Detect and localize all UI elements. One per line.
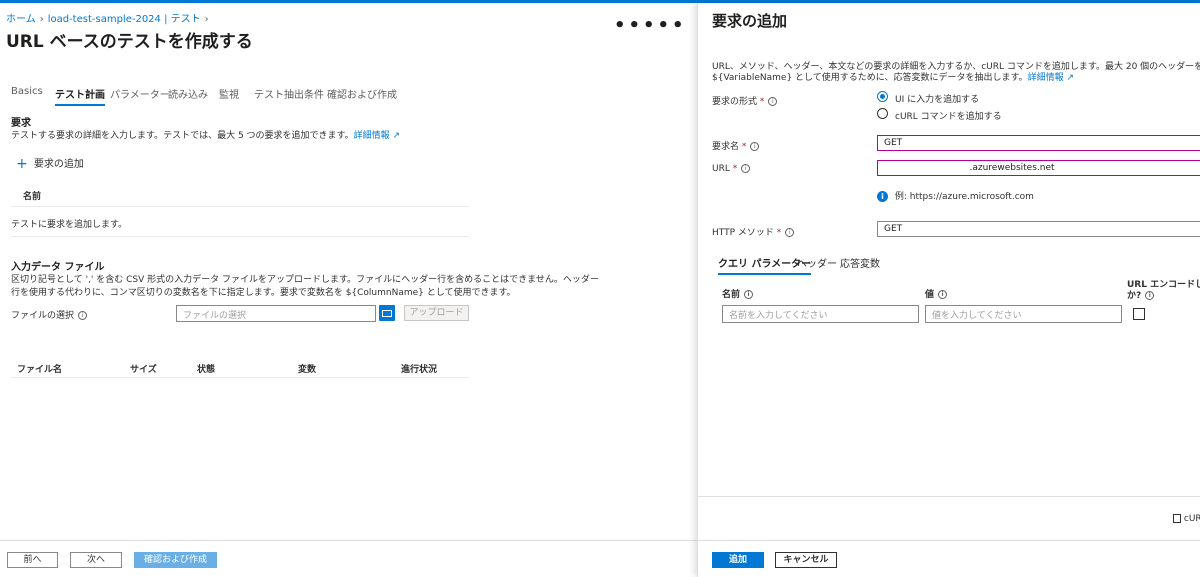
requests-empty-text: テストに要求を追加します。 [11,220,128,230]
input-file-description-1: 区切り記号として ',' を含む CSV 形式の入力データ ファイルをアップロー… [11,275,599,285]
url-encode-checkbox[interactable] [1133,308,1145,320]
external-link-icon: ↗ [1063,73,1075,83]
file-col-name: ファイル名 [17,365,63,375]
required-marker: * [739,142,747,152]
external-link-icon: ↗ [389,131,401,141]
param-value-input[interactable]: 値を入力してください [925,305,1122,323]
file-col-status: 状態 [197,365,216,375]
info-icon: i [938,290,948,299]
file-select-label: ファイルの選択 i [11,308,88,321]
file-col-size: サイズ [130,365,157,375]
copy-curl-button[interactable]: cUR [1173,514,1200,524]
previous-button[interactable]: 前へ [7,552,58,568]
input-file-description-2: 行を使用する代わりに、コンマ区切りの変数名を下に指定します。要求で変数名を ${… [11,288,516,298]
footer-divider [0,540,697,541]
upload-button[interactable]: アップロード [404,305,469,321]
panel-description-2: ${VariableName} として使用するために、応答変数にデータを抽出しま… [712,73,1075,83]
info-icon: i [78,311,88,320]
required-marker: * [729,164,738,174]
info-filled-icon: i [877,191,888,202]
file-col-variables: 変数 [298,365,317,375]
info-icon: i [750,142,760,151]
file-select-input[interactable]: ファイルの選択 [176,305,376,322]
requests-learn-more-link[interactable]: 詳細情報 [354,131,390,141]
required-marker: * [773,228,782,238]
cancel-button[interactable]: キャンセル [775,552,837,568]
panel-footer-divider [698,540,1200,541]
tab-parameters[interactable]: パラメーター [110,86,170,101]
tab-monitoring[interactable]: 監視 [219,86,239,101]
tab-review-create[interactable]: 確認および作成 [327,86,397,101]
drag-handle-icon[interactable]: ••••• [614,15,687,36]
param-name-input[interactable]: 名前を入力してください [722,305,919,323]
add-button[interactable]: 追加 [712,552,764,568]
panel-learn-more-link[interactable]: 詳細情報 [1028,73,1064,83]
info-icon: i [768,97,778,106]
info-icon: i [741,164,751,173]
more-options-button[interactable]: ... [216,29,226,40]
plus-icon: + [16,156,28,172]
url-input[interactable]: .azurewebsites.net [877,160,1200,176]
requests-description: テストする要求の詳細を入力します。テストでは、最大 5 つの要求を追加できます。… [11,131,401,141]
copy-icon [1173,514,1181,523]
breadcrumb: ホーム › load-test-sample-2024 | テスト › [6,10,213,25]
format-label: 要求の形式 * i [712,94,778,107]
breadcrumb-home[interactable]: ホーム [6,14,36,25]
divider [11,206,469,207]
tab-basics[interactable]: Basics [11,86,43,97]
info-icon: i [785,228,795,237]
tab-test-criteria[interactable]: テスト抽出条件 [254,86,324,101]
request-name-label: 要求名 * i [712,139,760,152]
param-col-value: 値i [925,287,948,300]
format-curl-label: cURL コマンドを追加する [895,112,1002,122]
format-curl-radio[interactable] [877,108,888,119]
file-col-progress: 進行状況 [401,365,438,375]
info-icon: i [744,290,754,299]
chevron-right-icon: › [39,14,44,25]
requests-col-name: 名前 [23,192,42,202]
panel-divider [698,496,1200,497]
tab-test-plan[interactable]: テスト計画 [55,86,105,106]
http-method-select[interactable]: GET [877,221,1200,237]
tab-response-vars[interactable]: 応答変数 [840,255,880,270]
param-col-name: 名前 i [722,287,754,300]
panel-title: 要求の追加 [712,12,788,30]
info-icon: i [1145,291,1155,300]
url-label: URL * i [712,164,751,174]
url-hint: i 例: https://azure.microsoft.com [877,189,1034,202]
add-request-panel: 要求の追加 URL、メソッド、ヘッダー、本文などの要求の詳細を入力するか、cUR… [697,3,1200,577]
param-col-encode: URL エンコードします か?i [1127,280,1200,301]
required-marker: * [757,97,765,107]
format-ui-radio[interactable] [877,91,888,102]
breadcrumb-resource[interactable]: load-test-sample-2024 | テスト [48,14,201,25]
next-button[interactable]: 次へ [70,552,122,568]
request-name-input[interactable]: GET [877,135,1200,151]
tab-load[interactable]: 読み込み [168,86,208,101]
http-method-label: HTTP メソッド * i [712,225,795,238]
requests-heading: 要求 [11,118,31,129]
review-create-button[interactable]: 確認および作成 [134,552,217,568]
input-file-heading: 入力データ ファイル [11,262,105,273]
create-test-blade: ホーム › load-test-sample-2024 | テスト › URL ベース… [0,3,697,577]
divider [11,377,469,378]
folder-icon[interactable] [379,305,395,321]
add-request-button[interactable]: + 要求の追加 [16,155,84,172]
tab-headers[interactable]: ヘッダー [797,255,837,270]
chevron-right-icon: › [204,14,209,25]
format-ui-label: UI に入力を追加する [895,95,980,105]
divider [11,236,469,237]
